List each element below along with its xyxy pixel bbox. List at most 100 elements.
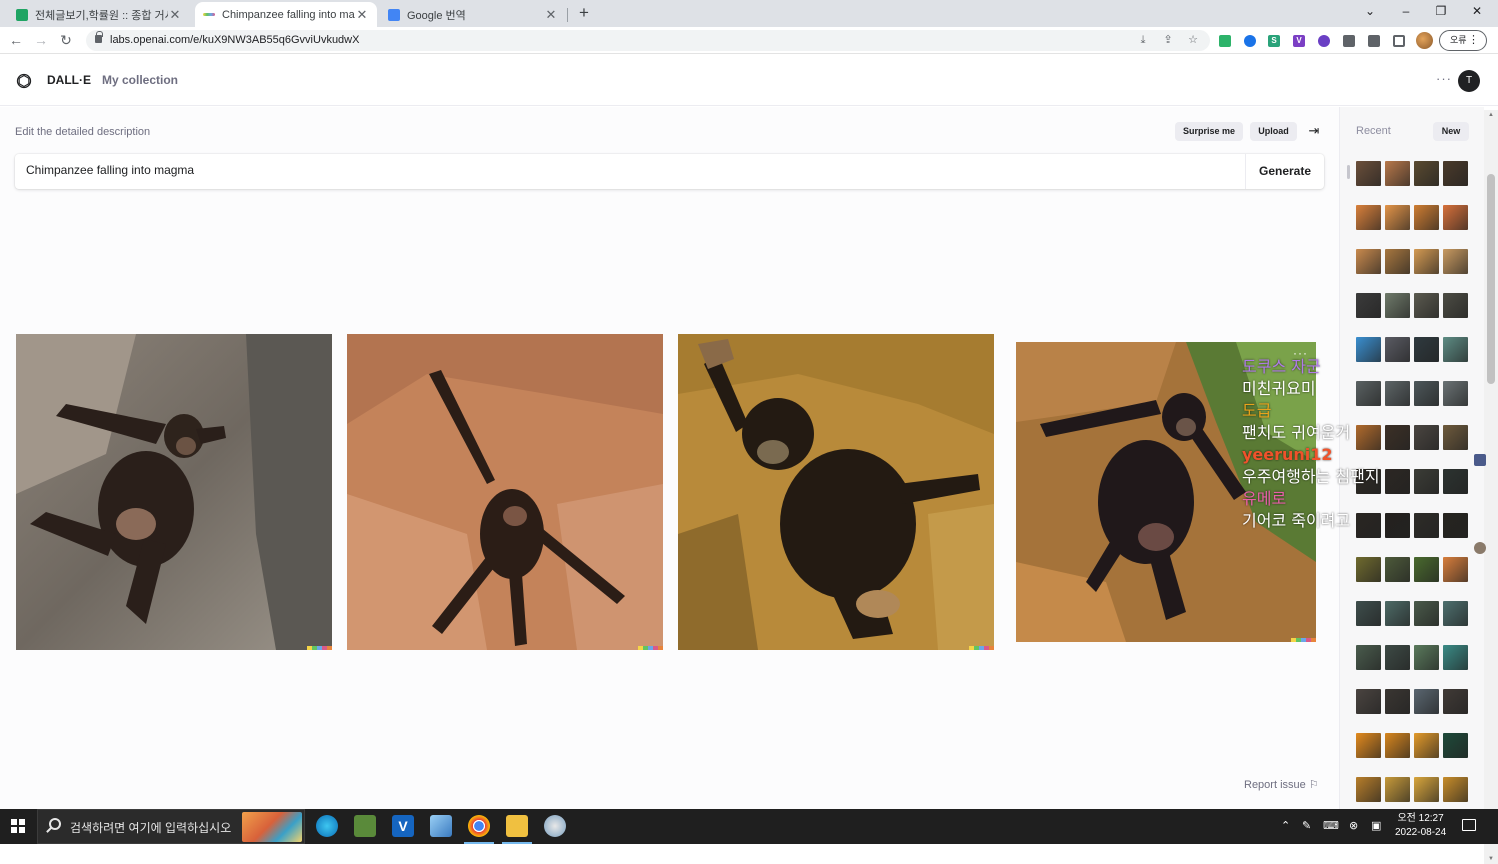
menu-kebab-icon[interactable]: ⋮ — [1468, 31, 1479, 50]
page-scroll-thumb[interactable] — [1487, 174, 1495, 384]
generate-button[interactable]: Generate — [1245, 154, 1324, 189]
back-icon[interactable]: ← — [7, 31, 25, 49]
recent-thumbnail[interactable] — [1443, 733, 1468, 758]
new-tab-button[interactable]: + — [574, 3, 594, 23]
scroll-up-icon[interactable]: ▲ — [1487, 112, 1495, 118]
extension-grid-icon[interactable] — [1343, 35, 1355, 47]
recent-thumbnail[interactable] — [1385, 777, 1410, 802]
recent-thumbnail[interactable] — [1443, 161, 1468, 186]
bookmark-star-icon[interactable]: ☆ — [1186, 33, 1200, 47]
recent-thumbnail[interactable] — [1414, 337, 1439, 362]
recent-thumbnail[interactable] — [1385, 381, 1410, 406]
recent-thumbnail[interactable] — [1443, 205, 1468, 230]
recent-thumbnail[interactable] — [1414, 381, 1439, 406]
sidebar-scroll-indicator[interactable] — [1347, 165, 1350, 179]
upload-button[interactable]: Upload — [1250, 122, 1297, 141]
recent-thumbnail[interactable] — [1385, 645, 1410, 670]
chrome-icon[interactable] — [468, 815, 490, 837]
recent-thumbnail[interactable] — [1385, 337, 1410, 362]
recent-thumbnail[interactable] — [1414, 513, 1439, 538]
extension-green-icon[interactable] — [1219, 35, 1231, 47]
recent-thumbnail[interactable] — [1356, 601, 1381, 626]
recent-thumbnail[interactable] — [1443, 513, 1468, 538]
extensions-puzzle-icon[interactable] — [1368, 35, 1380, 47]
recent-thumbnail[interactable] — [1385, 425, 1410, 450]
recent-thumbnail[interactable] — [1443, 777, 1468, 802]
recent-thumbnail[interactable] — [1385, 557, 1410, 582]
new-button[interactable]: New — [1433, 122, 1469, 141]
close-tab-icon[interactable]: ✕ — [544, 7, 558, 23]
recent-thumbnail[interactable] — [1414, 689, 1439, 714]
tab-search-chevron-icon[interactable]: ⌄ — [1352, 0, 1388, 24]
recent-thumbnail[interactable] — [1443, 689, 1468, 714]
install-icon[interactable]: ⤓ — [1136, 33, 1150, 47]
recent-thumbnail[interactable] — [1414, 777, 1439, 802]
prompt-input[interactable] — [26, 163, 1226, 177]
recent-thumbnail[interactable] — [1356, 777, 1381, 802]
recent-thumbnail[interactable] — [1356, 689, 1381, 714]
profile-error-chip[interactable]: 오류 ⋮ — [1439, 30, 1487, 51]
close-tab-icon[interactable]: ✕ — [355, 7, 369, 23]
recent-thumbnail[interactable] — [1414, 601, 1439, 626]
collapse-sidebar-icon[interactable]: ⇥ — [1306, 123, 1322, 139]
share-icon[interactable]: ⇪ — [1161, 33, 1175, 47]
forward-icon[interactable]: → — [32, 31, 50, 49]
floating-avatar-icon[interactable] — [1474, 542, 1486, 554]
extension-circle-icon[interactable] — [1318, 35, 1330, 47]
brand-title[interactable]: DALL·E — [47, 73, 91, 87]
recent-thumbnail[interactable] — [1356, 249, 1381, 274]
recent-thumbnail[interactable] — [1414, 557, 1439, 582]
recent-thumbnail[interactable] — [1385, 601, 1410, 626]
recent-thumbnail[interactable] — [1356, 557, 1381, 582]
taskbar-clock[interactable]: 오전 12:27 2022-08-24 — [1395, 812, 1446, 840]
close-tab-icon[interactable]: ✕ — [168, 7, 182, 23]
recent-thumbnail[interactable] — [1385, 513, 1410, 538]
recent-thumbnail[interactable] — [1414, 249, 1439, 274]
recent-thumbnail[interactable] — [1443, 337, 1468, 362]
ime-icon[interactable]: ▣ — [1371, 819, 1381, 832]
extension-s-icon[interactable]: S — [1268, 35, 1280, 47]
edge-icon[interactable] — [316, 815, 338, 837]
more-options-icon[interactable]: ··· — [1436, 71, 1452, 86]
tab-google-translate[interactable]: Google 번역 ✕ — [380, 2, 566, 27]
result-image-1[interactable] — [16, 334, 332, 650]
pen-icon[interactable]: ✎ — [1302, 819, 1311, 832]
network-icon[interactable]: ⊗ — [1349, 819, 1358, 832]
result-image-3[interactable] — [678, 334, 994, 650]
recent-thumbnail[interactable] — [1385, 293, 1410, 318]
recent-thumbnail[interactable] — [1385, 205, 1410, 230]
reload-icon[interactable]: ↻ — [57, 31, 75, 49]
address-bar[interactable]: labs.openai.com/e/kuX9NW3AB55q6GvviUvkud… — [86, 30, 1210, 51]
close-window-button[interactable]: ✕ — [1459, 0, 1495, 24]
extension-v-icon[interactable]: V — [1293, 35, 1305, 47]
notifications-icon[interactable] — [1462, 819, 1476, 831]
recent-thumbnail[interactable] — [1443, 557, 1468, 582]
profile-avatar[interactable] — [1416, 32, 1433, 49]
recent-thumbnail[interactable] — [1356, 161, 1381, 186]
recent-thumbnail[interactable] — [1385, 733, 1410, 758]
recent-thumbnail[interactable] — [1385, 249, 1410, 274]
recent-thumbnail[interactable] — [1385, 469, 1410, 494]
recent-thumbnail[interactable] — [1414, 645, 1439, 670]
notes-app-icon[interactable] — [430, 815, 452, 837]
recent-thumbnail[interactable] — [1356, 205, 1381, 230]
recent-thumbnail[interactable] — [1414, 293, 1439, 318]
recent-thumbnail[interactable] — [1356, 733, 1381, 758]
recent-thumbnail[interactable] — [1356, 645, 1381, 670]
keyboard-icon[interactable]: ⌨ — [1323, 819, 1339, 832]
side-panel-icon[interactable] — [1393, 35, 1405, 47]
recent-thumbnail[interactable] — [1443, 293, 1468, 318]
minecraft-icon[interactable] — [354, 815, 376, 837]
tab-forum[interactable]: 전체글보기,학률원 :: 종합 거시기 ✕ — [8, 2, 190, 27]
v-app-icon[interactable]: V — [392, 815, 414, 837]
recent-thumbnail[interactable] — [1356, 293, 1381, 318]
surprise-me-button[interactable]: Surprise me — [1175, 122, 1243, 141]
app-icon[interactable] — [544, 815, 566, 837]
recent-thumbnail[interactable] — [1414, 161, 1439, 186]
file-explorer-icon[interactable] — [506, 815, 528, 837]
recent-thumbnail[interactable] — [1385, 161, 1410, 186]
tab-dalle[interactable]: Chimpanzee falling into magma ✕ — [195, 2, 377, 27]
recent-thumbnail[interactable] — [1443, 381, 1468, 406]
recent-thumbnail[interactable] — [1414, 425, 1439, 450]
result-image-2[interactable] — [347, 334, 663, 650]
